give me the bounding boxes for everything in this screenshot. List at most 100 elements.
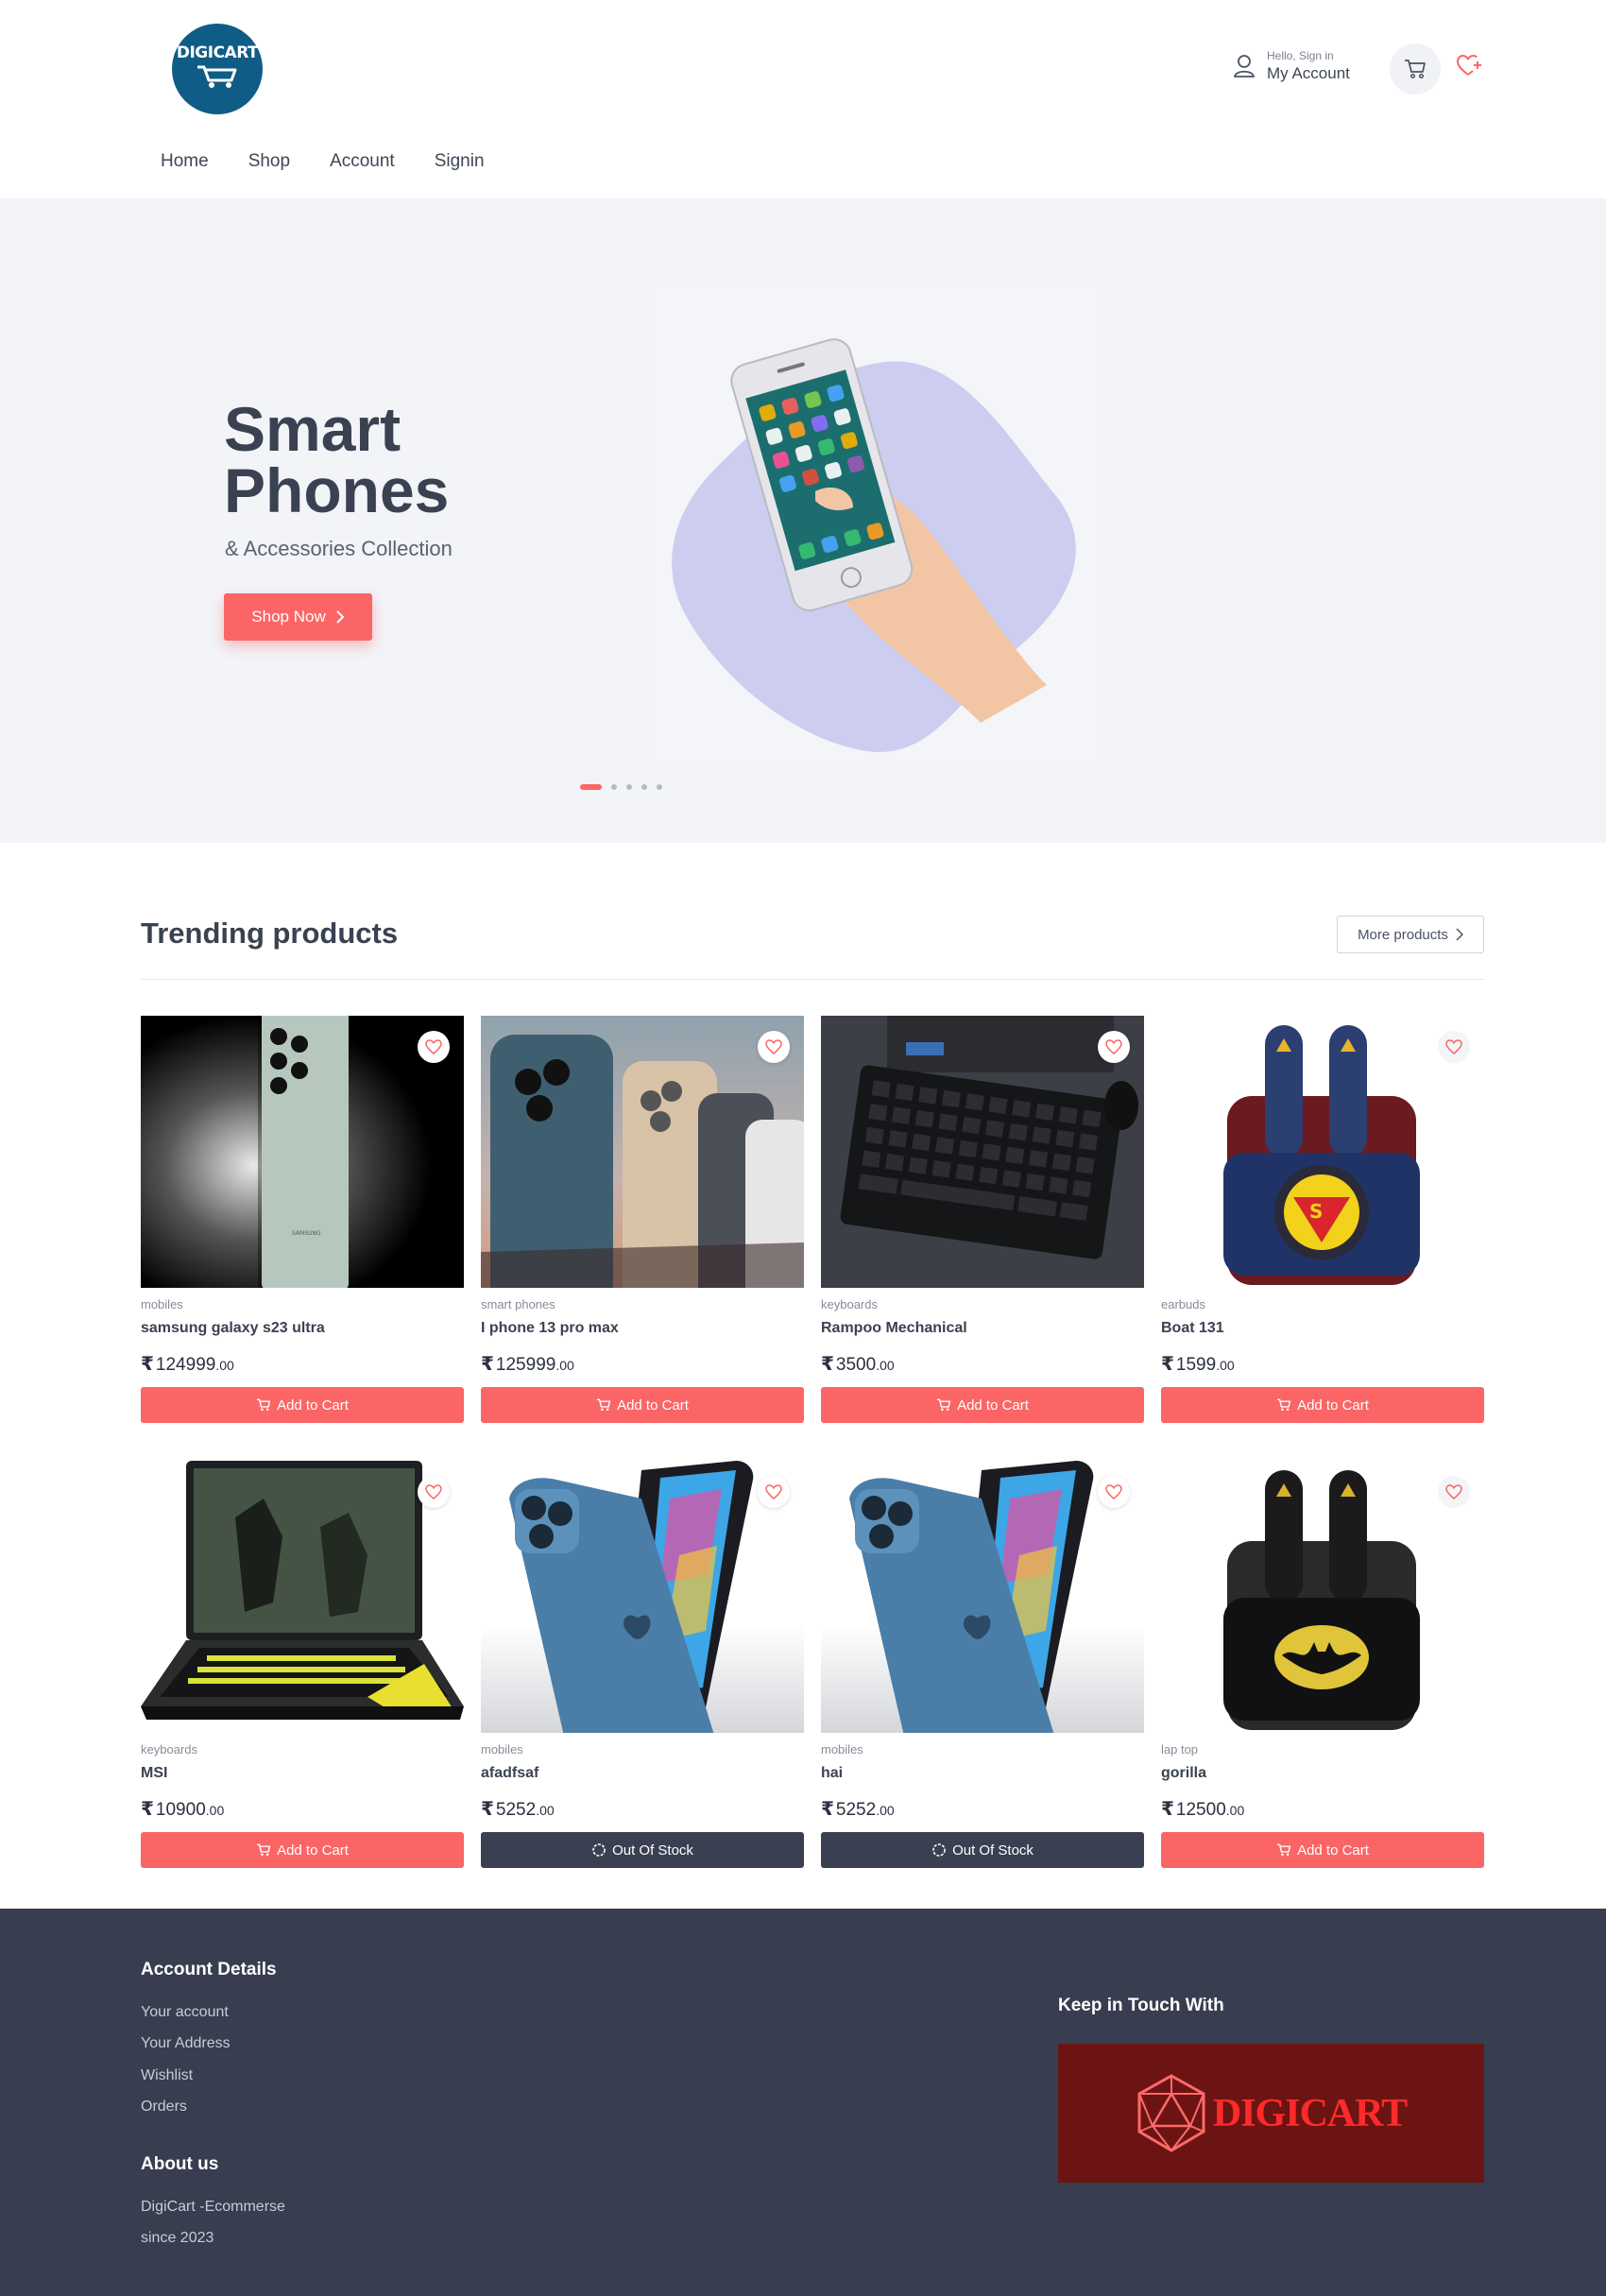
site-footer: Account Details Your account Your Addres… — [0, 1909, 1606, 2296]
product-image[interactable] — [821, 1461, 1144, 1733]
product-image[interactable]: S — [1161, 1016, 1484, 1288]
rupee-icon: ₹ — [141, 1799, 154, 1820]
button-label: Add to Cart — [277, 1842, 349, 1859]
logo-text: DIGICART — [176, 43, 259, 62]
out-of-stock-button[interactable]: Out Of Stock — [821, 1832, 1144, 1868]
product-card[interactable]: smart phones I phone 13 pro max ₹125999.… — [481, 1016, 804, 1423]
footer-about-heading: About us — [141, 2154, 219, 2174]
price-value: 3500 — [835, 1355, 877, 1375]
footer-link-your-address[interactable]: Your Address — [141, 2035, 231, 2052]
product-card[interactable]: keyboards MSI ₹10900.00 Add to Cart — [141, 1461, 464, 1868]
cart-icon — [597, 1398, 611, 1412]
footer-link-your-account[interactable]: Your account — [141, 2004, 229, 2021]
product-price: ₹124999.00 — [141, 1352, 464, 1376]
price-decimals: .00 — [1216, 1358, 1235, 1373]
product-card[interactable]: lap top gorilla ₹12500.00 Add to Cart — [1161, 1461, 1484, 1868]
product-name[interactable]: Rampoo Mechanical — [821, 1320, 1144, 1339]
button-label: Add to Cart — [1297, 1396, 1369, 1414]
price-decimals: .00 — [1225, 1803, 1245, 1818]
hero-title-line2: Phones — [224, 455, 450, 525]
rupee-icon: ₹ — [1161, 1799, 1174, 1820]
rupee-icon: ₹ — [481, 1799, 494, 1820]
wishlist-heart-icon[interactable] — [418, 1476, 450, 1508]
carousel-dot[interactable] — [626, 784, 632, 790]
rupee-icon: ₹ — [821, 1354, 834, 1375]
wishlist-button[interactable] — [1455, 51, 1485, 81]
product-name[interactable]: hai — [821, 1765, 1144, 1784]
carousel-dot[interactable] — [657, 784, 662, 790]
add-to-cart-button[interactable]: Add to Cart — [821, 1387, 1144, 1423]
shop-now-button[interactable]: Shop Now — [224, 593, 372, 641]
logo[interactable]: DIGICART — [172, 24, 263, 114]
price-value: 1599 — [1175, 1355, 1217, 1375]
account-label: My Account — [1267, 64, 1350, 82]
heart-plus-icon — [1457, 55, 1481, 76]
cart-icon — [1277, 1398, 1291, 1412]
nav-shop[interactable]: Shop — [248, 151, 290, 172]
rupee-icon: ₹ — [1161, 1354, 1174, 1375]
add-to-cart-button[interactable]: Add to Cart — [481, 1387, 804, 1423]
add-to-cart-button[interactable]: Add to Cart — [141, 1387, 464, 1423]
product-image[interactable] — [481, 1461, 804, 1733]
product-name[interactable]: MSI — [141, 1765, 464, 1784]
button-label: Add to Cart — [957, 1396, 1029, 1414]
product-price: ₹1599.00 — [1161, 1352, 1484, 1376]
price-decimals: .00 — [876, 1358, 895, 1373]
wishlist-heart-icon[interactable] — [418, 1031, 450, 1063]
product-card[interactable]: mobiles hai ₹5252.00 Out Of Stock — [821, 1461, 1144, 1868]
cart-button[interactable] — [1390, 43, 1441, 94]
account-link[interactable]: Hello, Sign in My Account — [1233, 49, 1350, 83]
footer-link-wishlist[interactable]: Wishlist — [141, 2067, 193, 2084]
product-image[interactable] — [141, 1461, 464, 1733]
trending-title: Trending products — [141, 917, 399, 950]
cart-icon — [1405, 60, 1426, 79]
product-card[interactable]: SAMSUNG mobiles samsung galaxy s23 ultra… — [141, 1016, 464, 1423]
footer-brand-text: DIGICART — [1212, 2091, 1408, 2135]
wishlist-heart-icon[interactable] — [1098, 1031, 1130, 1063]
product-category: mobiles — [481, 1742, 523, 1756]
product-image[interactable] — [1161, 1461, 1484, 1733]
price-value: 5252 — [495, 1800, 537, 1820]
product-name[interactable]: gorilla — [1161, 1765, 1484, 1784]
out-of-stock-button[interactable]: Out Of Stock — [481, 1832, 804, 1868]
add-to-cart-button[interactable]: Add to Cart — [1161, 1832, 1484, 1868]
nav-signin[interactable]: Signin — [435, 151, 485, 172]
add-to-cart-button[interactable]: Add to Cart — [141, 1832, 464, 1868]
footer-account-heading: Account Details — [141, 1960, 277, 1979]
nav-account[interactable]: Account — [330, 151, 395, 172]
wishlist-heart-icon[interactable] — [1098, 1476, 1130, 1508]
product-name[interactable]: afadfsaf — [481, 1765, 804, 1784]
product-name[interactable]: I phone 13 pro max — [481, 1320, 804, 1339]
product-category: smart phones — [481, 1297, 555, 1311]
add-to-cart-button[interactable]: Add to Cart — [1161, 1387, 1484, 1423]
product-card[interactable]: mobiles afadfsaf ₹5252.00 Out Of Stock — [481, 1461, 804, 1868]
footer-brand-banner: DIGICART — [1058, 2044, 1484, 2183]
footer-link-orders[interactable]: Orders — [141, 2099, 187, 2116]
wishlist-heart-icon[interactable] — [1438, 1476, 1470, 1508]
d20-logo-icon — [1137, 2073, 1205, 2152]
price-decimals: .00 — [876, 1803, 895, 1818]
product-card[interactable]: S earbuds Boat 131 ₹1599.00 Add to Cart — [1161, 1016, 1484, 1423]
more-products-button[interactable]: More products — [1337, 916, 1484, 953]
carousel-dot[interactable] — [611, 784, 617, 790]
price-decimals: .00 — [536, 1803, 555, 1818]
wishlist-heart-icon[interactable] — [758, 1031, 790, 1063]
product-image[interactable] — [481, 1016, 804, 1288]
button-label: Add to Cart — [1297, 1842, 1369, 1859]
product-card[interactable]: keyboards Rampoo Mechanical ₹3500.00 Add… — [821, 1016, 1144, 1423]
more-products-label: More products — [1358, 926, 1448, 943]
carousel-dot[interactable] — [580, 784, 602, 790]
product-price: ₹3500.00 — [821, 1352, 1144, 1376]
product-image[interactable] — [821, 1016, 1144, 1288]
carousel-dot[interactable] — [641, 784, 647, 790]
price-value: 12500 — [1175, 1800, 1226, 1820]
product-name[interactable]: Boat 131 — [1161, 1320, 1484, 1339]
price-decimals: .00 — [205, 1803, 225, 1818]
main-nav: Home Shop Account Signin — [161, 151, 485, 172]
wishlist-heart-icon[interactable] — [1438, 1031, 1470, 1063]
button-label: Add to Cart — [617, 1396, 689, 1414]
product-name[interactable]: samsung galaxy s23 ultra — [141, 1320, 464, 1339]
wishlist-heart-icon[interactable] — [758, 1476, 790, 1508]
nav-home[interactable]: Home — [161, 151, 209, 172]
product-image[interactable]: SAMSUNG — [141, 1016, 464, 1288]
